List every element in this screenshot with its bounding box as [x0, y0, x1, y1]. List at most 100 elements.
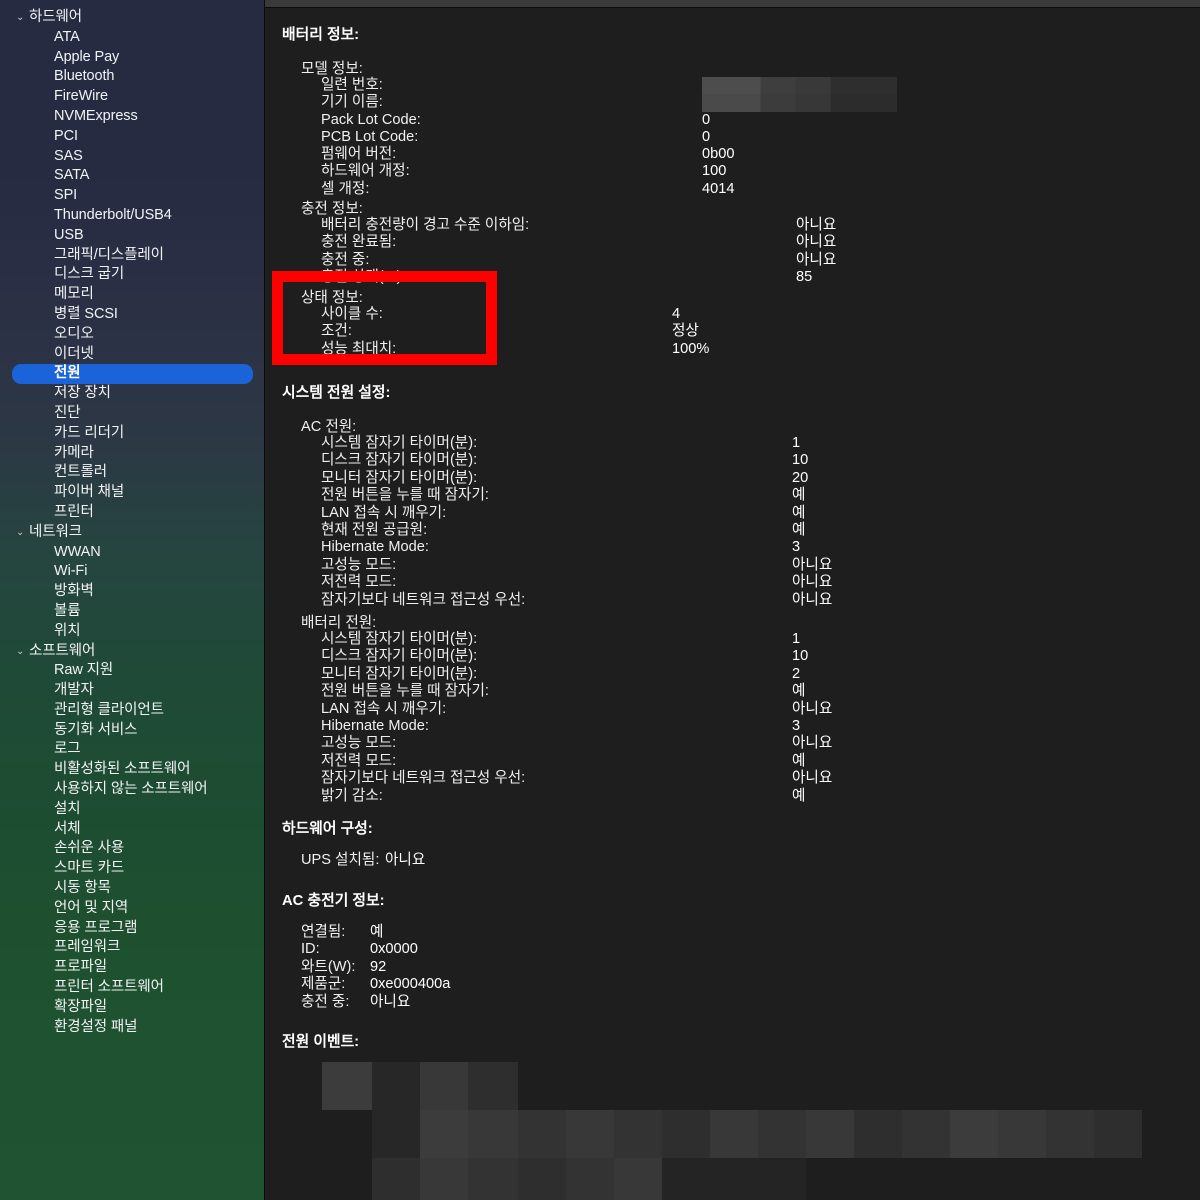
sidebar-item-위치[interactable]: 위치: [0, 622, 265, 642]
sidebar-item-raw-지원[interactable]: Raw 지원: [0, 661, 265, 681]
redacted-pixel-block: [1094, 1110, 1142, 1158]
info-row-value: 20: [792, 469, 809, 486]
sidebar-item-전원[interactable]: 전원: [0, 364, 265, 384]
sidebar-item-병렬-scsi[interactable]: 병렬 SCSI: [0, 305, 265, 325]
sidebar-item-디스크-굽기[interactable]: 디스크 굽기: [0, 265, 265, 285]
chevron-down-icon[interactable]: ⌄: [16, 523, 29, 543]
sidebar-item-sata[interactable]: SATA: [0, 166, 265, 186]
info-row-value: 아니요: [792, 770, 833, 787]
report-content: 배터리 정보: 모델 정보: 일련 번호: 기기 이름: Pack Lot Code…: [265, 9, 1200, 1200]
info-row-value: 85: [796, 268, 813, 285]
sidebar-item-spi[interactable]: SPI: [0, 186, 265, 206]
system-information-window: ⌄ 하드웨어 ATA Apple Pay Bluetooth FireWire NVMExp…: [0, 0, 1200, 1200]
sidebar-item-apple-pay[interactable]: Apple Pay: [0, 48, 265, 68]
redacted-value: [702, 94, 897, 112]
sidebar-item-볼륨[interactable]: 볼륨: [0, 602, 265, 622]
sidebar-item-이더넷[interactable]: 이더넷: [0, 345, 265, 365]
chevron-down-icon[interactable]: ⌄: [16, 642, 29, 662]
info-row-value: 10: [792, 452, 809, 469]
info-row-value: 3: [792, 717, 801, 734]
sidebar-item-thunderbolt-usb4[interactable]: Thunderbolt/USB4: [0, 206, 265, 226]
sidebar[interactable]: ⌄ 하드웨어 ATA Apple Pay Bluetooth FireWire NVMExp…: [0, 0, 265, 1200]
sidebar-item-usb[interactable]: USB: [0, 226, 265, 246]
sidebar-item-firewire[interactable]: FireWire: [0, 87, 265, 107]
redacted-pixel-block: [566, 1110, 614, 1158]
sidebar-item-진단[interactable]: 진단: [0, 404, 265, 424]
sidebar-item-비활성화된-소프트웨어[interactable]: 비활성화된 소프트웨어: [0, 760, 265, 780]
sidebar-item-동기화-서비스[interactable]: 동기화 서비스: [0, 721, 265, 741]
sidebar-item-파이버-채널[interactable]: 파이버 채널: [0, 483, 265, 503]
ac-charger-info-title: AC 충전기 정보:: [282, 893, 385, 909]
sidebar-item-프린터-소프트웨어[interactable]: 프린터 소프트웨어: [0, 978, 265, 998]
sidebar-item-손쉬운-사용[interactable]: 손쉬운 사용: [0, 839, 265, 859]
chevron-down-icon[interactable]: ⌄: [16, 8, 29, 28]
sidebar-item-관리형-클라이언트[interactable]: 관리형 클라이언트: [0, 701, 265, 721]
info-row-value: 0x0000: [370, 941, 418, 958]
sidebar-group-0[interactable]: ⌄ 하드웨어: [0, 8, 265, 28]
info-row-label: 현재 전원 공급원:: [321, 521, 428, 538]
info-row-label: 저전력 모드:: [321, 752, 397, 769]
info-row-label: 충전 완료됨:: [321, 234, 397, 251]
sidebar-item-사용하지-않는-소프트웨어[interactable]: 사용하지 않는 소프트웨어: [0, 780, 265, 800]
health-info-title: 상태 정보:: [301, 290, 363, 306]
info-row-label: 고성능 모드:: [321, 735, 397, 752]
redacted-value: [702, 77, 897, 95]
sidebar-group-1[interactable]: ⌄ 네트워크: [0, 523, 265, 543]
sidebar-item-설치[interactable]: 설치: [0, 800, 265, 820]
info-row-label: 전원 버튼을 누를 때 잠자기:: [321, 487, 489, 504]
sidebar-item-컨트롤러[interactable]: 컨트롤러: [0, 463, 265, 483]
info-row-label: 충전 상태(%):: [321, 268, 406, 285]
sidebar-item-wwan[interactable]: WWAN: [0, 543, 265, 563]
sidebar-group-label: 소프트웨어: [29, 642, 96, 659]
info-row-label: 밝기 감소:: [321, 787, 383, 804]
redacted-pixel-block: [902, 1110, 950, 1158]
info-row-value: 아니요: [385, 852, 426, 868]
sidebar-item-서체[interactable]: 서체: [0, 820, 265, 840]
info-row-value: 아니요: [792, 574, 833, 591]
redacted-pixel-block: [468, 1110, 518, 1158]
info-row-value: 예: [792, 752, 806, 769]
sidebar-item-확장파일[interactable]: 확장파일: [0, 998, 265, 1018]
sidebar-item-프린터[interactable]: 프린터: [0, 503, 265, 523]
sidebar-item-환경설정-패널[interactable]: 환경설정 패널: [0, 1018, 265, 1038]
sidebar-item-그래픽-디스플레이[interactable]: 그래픽/디스플레이: [0, 246, 265, 266]
info-row-value: 1: [792, 631, 801, 647]
sidebar-item-시동-항목[interactable]: 시동 항목: [0, 879, 265, 899]
main-panel: 배터리 정보: 모델 정보: 일련 번호: 기기 이름: Pack Lot Code…: [265, 0, 1200, 1200]
sidebar-item-ata[interactable]: ATA: [0, 28, 265, 48]
sidebar-item-방화벽[interactable]: 방화벽: [0, 582, 265, 602]
sidebar-item-오디오[interactable]: 오디오: [0, 325, 265, 345]
info-row-label: 시스템 잠자기 타이머(분):: [321, 631, 478, 647]
sidebar-item-카메라[interactable]: 카메라: [0, 444, 265, 464]
sidebar-item-스마트-카드[interactable]: 스마트 카드: [0, 859, 265, 879]
sidebar-item-언어-및-지역[interactable]: 언어 및 지역: [0, 899, 265, 919]
sidebar-item-저장-장치[interactable]: 저장 장치: [0, 384, 265, 404]
redacted-pixel-block: [566, 1158, 614, 1200]
sidebar-item-pci[interactable]: PCI: [0, 127, 265, 147]
sidebar-item-응용-프로그램[interactable]: 응용 프로그램: [0, 919, 265, 939]
toolbar[interactable]: [265, 0, 1200, 8]
sidebar-item-개발자[interactable]: 개발자: [0, 681, 265, 701]
redacted-pixel-block: [518, 1110, 566, 1158]
sidebar-item-프로파일[interactable]: 프로파일: [0, 958, 265, 978]
info-row-value: 0: [702, 128, 711, 145]
sidebar-item-sas[interactable]: SAS: [0, 147, 265, 167]
redacted-pixel-block: [372, 1062, 420, 1110]
info-row-value: 아니요: [792, 556, 833, 573]
sidebar-item-bluetooth[interactable]: Bluetooth: [0, 67, 265, 87]
sidebar-item-메모리[interactable]: 메모리: [0, 285, 265, 305]
sidebar-group-label: 네트워크: [29, 523, 82, 540]
redacted-pixel-block: [710, 1110, 758, 1158]
info-row-label: PCB Lot Code:: [321, 128, 419, 145]
info-row-value: 예: [370, 924, 384, 940]
sidebar-group-2[interactable]: ⌄ 소프트웨어: [0, 642, 265, 662]
sidebar-item-로그[interactable]: 로그: [0, 740, 265, 760]
sidebar-item-wi-fi[interactable]: Wi-Fi: [0, 562, 265, 582]
sidebar-item-프레임워크[interactable]: 프레임워크: [0, 938, 265, 958]
redacted-pixel-block: [372, 1110, 420, 1158]
sidebar-item-nvmexpress[interactable]: NVMExpress: [0, 107, 265, 127]
info-row-value: 예: [792, 683, 806, 700]
info-row-value: 아니요: [792, 735, 833, 752]
sidebar-item-카드-리더기[interactable]: 카드 리더기: [0, 424, 265, 444]
info-row-label: 기기 이름:: [321, 94, 383, 111]
